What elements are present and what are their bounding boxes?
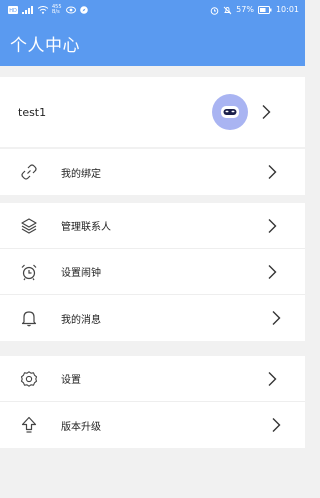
chevron-right-icon	[267, 264, 277, 280]
bell-icon	[20, 309, 38, 327]
menu-group-bindings: 我的绑定	[0, 149, 305, 195]
menu-item-label: 设置闹钟	[61, 268, 101, 279]
compass-icon	[79, 6, 88, 14]
battery-percent: 57%	[236, 5, 254, 14]
username: test1	[18, 105, 47, 119]
menu-group-tools: 管理联系人 设置闹钟 我的消息	[0, 203, 305, 341]
hd-icon: HD	[8, 6, 18, 14]
menu-item-label: 我的消息	[61, 314, 101, 326]
network-speed: 455 B/s	[52, 5, 62, 15]
alarm-clock-icon	[20, 263, 38, 281]
chevron-right-icon	[261, 104, 271, 120]
menu-item-settings[interactable]: 设置	[0, 356, 305, 402]
robot-face-icon	[221, 106, 239, 118]
status-bar: HD 455 B/s 57% 10:01	[0, 0, 305, 20]
menu-item-my-bindings[interactable]: 我的绑定	[0, 149, 305, 195]
menu-item-my-messages[interactable]: 我的消息	[0, 295, 305, 341]
menu-item-set-alarm[interactable]: 设置闹钟	[0, 249, 305, 295]
gear-icon	[20, 370, 38, 388]
link-icon	[20, 163, 38, 181]
page-title: 个人中心	[10, 35, 80, 56]
avatar[interactable]	[212, 94, 248, 130]
menu-item-label: 管理联系人	[61, 222, 111, 233]
eye-icon	[65, 6, 76, 14]
menu-item-version-upgrade[interactable]: 版本升级	[0, 402, 305, 448]
layers-icon	[20, 217, 38, 235]
chevron-right-icon	[271, 310, 281, 326]
menu-group-settings: 设置 版本升级	[0, 356, 305, 448]
profile-row[interactable]: test1	[0, 77, 305, 147]
menu-item-label: 我的绑定	[61, 168, 101, 180]
status-bar-left: HD 455 B/s	[8, 5, 88, 15]
clock-time: 10:01	[275, 5, 299, 14]
alarm-status-icon	[210, 6, 219, 15]
chevron-right-icon	[267, 164, 277, 180]
mute-icon	[223, 6, 232, 15]
chevron-right-icon	[267, 371, 277, 387]
app-header: 个人中心	[0, 20, 305, 66]
svg-text:HD: HD	[9, 8, 17, 14]
wifi-icon	[38, 6, 48, 14]
profile-panel: test1	[0, 77, 305, 147]
menu-item-label: 版本升级	[61, 421, 101, 433]
status-bar-right: 57% 10:01	[210, 6, 299, 15]
signal-icon	[22, 6, 34, 14]
battery-icon	[257, 6, 272, 14]
menu-item-label: 设置	[61, 375, 81, 386]
chevron-right-icon	[267, 218, 277, 234]
chevron-right-icon	[271, 417, 281, 433]
upgrade-arrow-icon	[20, 416, 38, 434]
network-speed-unit: B/s	[52, 9, 60, 15]
menu-item-manage-contacts[interactable]: 管理联系人	[0, 203, 305, 249]
